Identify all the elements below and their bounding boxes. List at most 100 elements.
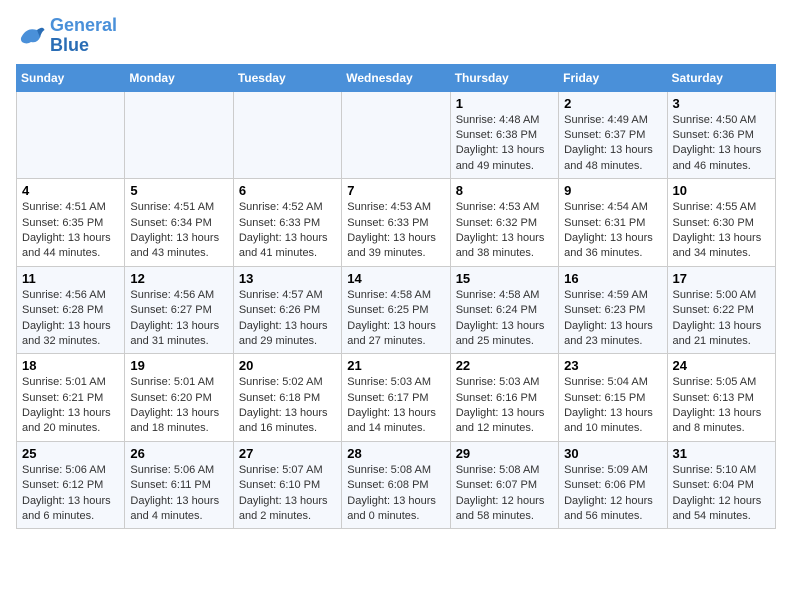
day-number: 21	[347, 358, 444, 373]
day-info: Sunrise: 4:54 AM Sunset: 6:31 PM Dayligh…	[564, 200, 661, 262]
day-info: Sunrise: 4:52 AM Sunset: 6:33 PM Dayligh…	[239, 200, 336, 262]
calendar-day: 24 Sunrise: 5:05 AM Sunset: 6:13 PM Dayli…	[667, 354, 775, 442]
day-number: 7	[347, 183, 444, 198]
calendar-day: 26 Sunrise: 5:06 AM Sunset: 6:11 PM Dayli…	[125, 441, 233, 529]
calendar-day: 1 Sunrise: 4:48 AM Sunset: 6:38 PM Daylig…	[450, 91, 558, 179]
header-day: Tuesday	[233, 64, 341, 91]
day-number: 18	[22, 358, 119, 373]
logo-text: General	[50, 16, 117, 36]
calendar-day: 2Sunrise: 4:49 AM Sunset: 6:37 PM Daylig…	[559, 91, 667, 179]
calendar-day: 29 Sunrise: 5:08 AM Sunset: 6:07 PM Dayli…	[450, 441, 558, 529]
day-info: Sunrise: 5:01 AM Sunset: 6:21 PM Dayligh…	[22, 375, 119, 437]
day-info: Sunrise: 5:04 AM Sunset: 6:15 PM Dayligh…	[564, 375, 661, 437]
day-info: Sunrise: 4:53 AM Sunset: 6:32 PM Dayligh…	[456, 200, 553, 262]
day-number: 20	[239, 358, 336, 373]
day-number: 26	[130, 446, 227, 461]
day-info: Sunrise: 5:06 AM Sunset: 6:11 PM Dayligh…	[130, 463, 227, 525]
calendar-day: 30Sunrise: 5:09 AM Sunset: 6:06 PM Dayli…	[559, 441, 667, 529]
day-info: Sunrise: 4:51 AM Sunset: 6:35 PM Dayligh…	[22, 200, 119, 262]
calendar-day: 12Sunrise: 4:56 AM Sunset: 6:27 PM Dayli…	[125, 266, 233, 354]
day-number: 16	[564, 271, 661, 286]
day-number: 15	[456, 271, 553, 286]
calendar-week: 1 Sunrise: 4:48 AM Sunset: 6:38 PM Daylig…	[17, 91, 776, 179]
day-info: Sunrise: 5:06 AM Sunset: 6:12 PM Dayligh…	[22, 463, 119, 525]
calendar-day	[17, 91, 125, 179]
day-info: Sunrise: 5:03 AM Sunset: 6:17 PM Dayligh…	[347, 375, 444, 437]
calendar-day: 23Sunrise: 5:04 AM Sunset: 6:15 PM Dayli…	[559, 354, 667, 442]
day-number: 25	[22, 446, 119, 461]
day-number: 10	[673, 183, 770, 198]
calendar-day	[342, 91, 450, 179]
day-number: 24	[673, 358, 770, 373]
day-info: Sunrise: 5:08 AM Sunset: 6:07 PM Dayligh…	[456, 463, 553, 525]
page-header: General Blue	[16, 16, 776, 56]
day-number: 6	[239, 183, 336, 198]
calendar-day	[233, 91, 341, 179]
day-number: 8	[456, 183, 553, 198]
calendar-day: 3 Sunrise: 4:50 AM Sunset: 6:36 PM Daylig…	[667, 91, 775, 179]
day-info: Sunrise: 4:48 AM Sunset: 6:38 PM Dayligh…	[456, 113, 553, 175]
header-row: SundayMondayTuesdayWednesdayThursdayFrid…	[17, 64, 776, 91]
calendar-day: 15 Sunrise: 4:58 AM Sunset: 6:24 PM Dayli…	[450, 266, 558, 354]
day-info: Sunrise: 4:57 AM Sunset: 6:26 PM Dayligh…	[239, 288, 336, 350]
day-number: 27	[239, 446, 336, 461]
logo-icon	[16, 21, 46, 51]
header-day: Friday	[559, 64, 667, 91]
day-number: 19	[130, 358, 227, 373]
day-info: Sunrise: 4:51 AM Sunset: 6:34 PM Dayligh…	[130, 200, 227, 262]
calendar-day: 31Sunrise: 5:10 AM Sunset: 6:04 PM Dayli…	[667, 441, 775, 529]
day-number: 12	[130, 271, 227, 286]
header-day: Saturday	[667, 64, 775, 91]
day-info: Sunrise: 5:00 AM Sunset: 6:22 PM Dayligh…	[673, 288, 770, 350]
day-number: 9	[564, 183, 661, 198]
calendar-week: 25 Sunrise: 5:06 AM Sunset: 6:12 PM Dayli…	[17, 441, 776, 529]
day-number: 29	[456, 446, 553, 461]
calendar-table: SundayMondayTuesdayWednesdayThursdayFrid…	[16, 64, 776, 530]
day-info: Sunrise: 4:58 AM Sunset: 6:24 PM Dayligh…	[456, 288, 553, 350]
calendar-day: 19Sunrise: 5:01 AM Sunset: 6:20 PM Dayli…	[125, 354, 233, 442]
calendar-day: 22 Sunrise: 5:03 AM Sunset: 6:16 PM Dayli…	[450, 354, 558, 442]
day-info: Sunrise: 5:07 AM Sunset: 6:10 PM Dayligh…	[239, 463, 336, 525]
calendar-header: SundayMondayTuesdayWednesdayThursdayFrid…	[17, 64, 776, 91]
day-number: 1	[456, 96, 553, 111]
day-info: Sunrise: 5:03 AM Sunset: 6:16 PM Dayligh…	[456, 375, 553, 437]
calendar-body: 1 Sunrise: 4:48 AM Sunset: 6:38 PM Daylig…	[17, 91, 776, 529]
day-info: Sunrise: 5:05 AM Sunset: 6:13 PM Dayligh…	[673, 375, 770, 437]
day-info: Sunrise: 5:02 AM Sunset: 6:18 PM Dayligh…	[239, 375, 336, 437]
day-number: 2	[564, 96, 661, 111]
day-number: 17	[673, 271, 770, 286]
calendar-day: 5 Sunrise: 4:51 AM Sunset: 6:34 PM Daylig…	[125, 179, 233, 267]
calendar-day: 17 Sunrise: 5:00 AM Sunset: 6:22 PM Dayli…	[667, 266, 775, 354]
logo: General Blue	[16, 16, 117, 56]
calendar-day: 18 Sunrise: 5:01 AM Sunset: 6:21 PM Dayli…	[17, 354, 125, 442]
calendar-day: 20 Sunrise: 5:02 AM Sunset: 6:18 PM Dayli…	[233, 354, 341, 442]
calendar-day: 25 Sunrise: 5:06 AM Sunset: 6:12 PM Dayli…	[17, 441, 125, 529]
calendar-day: 21 Sunrise: 5:03 AM Sunset: 6:17 PM Dayli…	[342, 354, 450, 442]
calendar-week: 18 Sunrise: 5:01 AM Sunset: 6:21 PM Dayli…	[17, 354, 776, 442]
calendar-week: 11 Sunrise: 4:56 AM Sunset: 6:28 PM Dayli…	[17, 266, 776, 354]
calendar-day: 7 Sunrise: 4:53 AM Sunset: 6:33 PM Daylig…	[342, 179, 450, 267]
day-number: 11	[22, 271, 119, 286]
day-number: 5	[130, 183, 227, 198]
calendar-day	[125, 91, 233, 179]
calendar-day: 8 Sunrise: 4:53 AM Sunset: 6:32 PM Daylig…	[450, 179, 558, 267]
day-number: 22	[456, 358, 553, 373]
day-info: Sunrise: 4:50 AM Sunset: 6:36 PM Dayligh…	[673, 113, 770, 175]
day-info: Sunrise: 4:59 AM Sunset: 6:23 PM Dayligh…	[564, 288, 661, 350]
logo-subtext: Blue	[50, 36, 117, 56]
day-number: 14	[347, 271, 444, 286]
calendar-day: 10Sunrise: 4:55 AM Sunset: 6:30 PM Dayli…	[667, 179, 775, 267]
header-day: Monday	[125, 64, 233, 91]
calendar-day: 13 Sunrise: 4:57 AM Sunset: 6:26 PM Dayli…	[233, 266, 341, 354]
day-info: Sunrise: 4:58 AM Sunset: 6:25 PM Dayligh…	[347, 288, 444, 350]
calendar-day: 27 Sunrise: 5:07 AM Sunset: 6:10 PM Dayli…	[233, 441, 341, 529]
day-number: 3	[673, 96, 770, 111]
day-info: Sunrise: 4:53 AM Sunset: 6:33 PM Dayligh…	[347, 200, 444, 262]
day-number: 30	[564, 446, 661, 461]
calendar-day: 9 Sunrise: 4:54 AM Sunset: 6:31 PM Daylig…	[559, 179, 667, 267]
day-info: Sunrise: 5:10 AM Sunset: 6:04 PM Dayligh…	[673, 463, 770, 525]
day-number: 13	[239, 271, 336, 286]
day-info: Sunrise: 4:56 AM Sunset: 6:28 PM Dayligh…	[22, 288, 119, 350]
day-number: 4	[22, 183, 119, 198]
day-number: 28	[347, 446, 444, 461]
